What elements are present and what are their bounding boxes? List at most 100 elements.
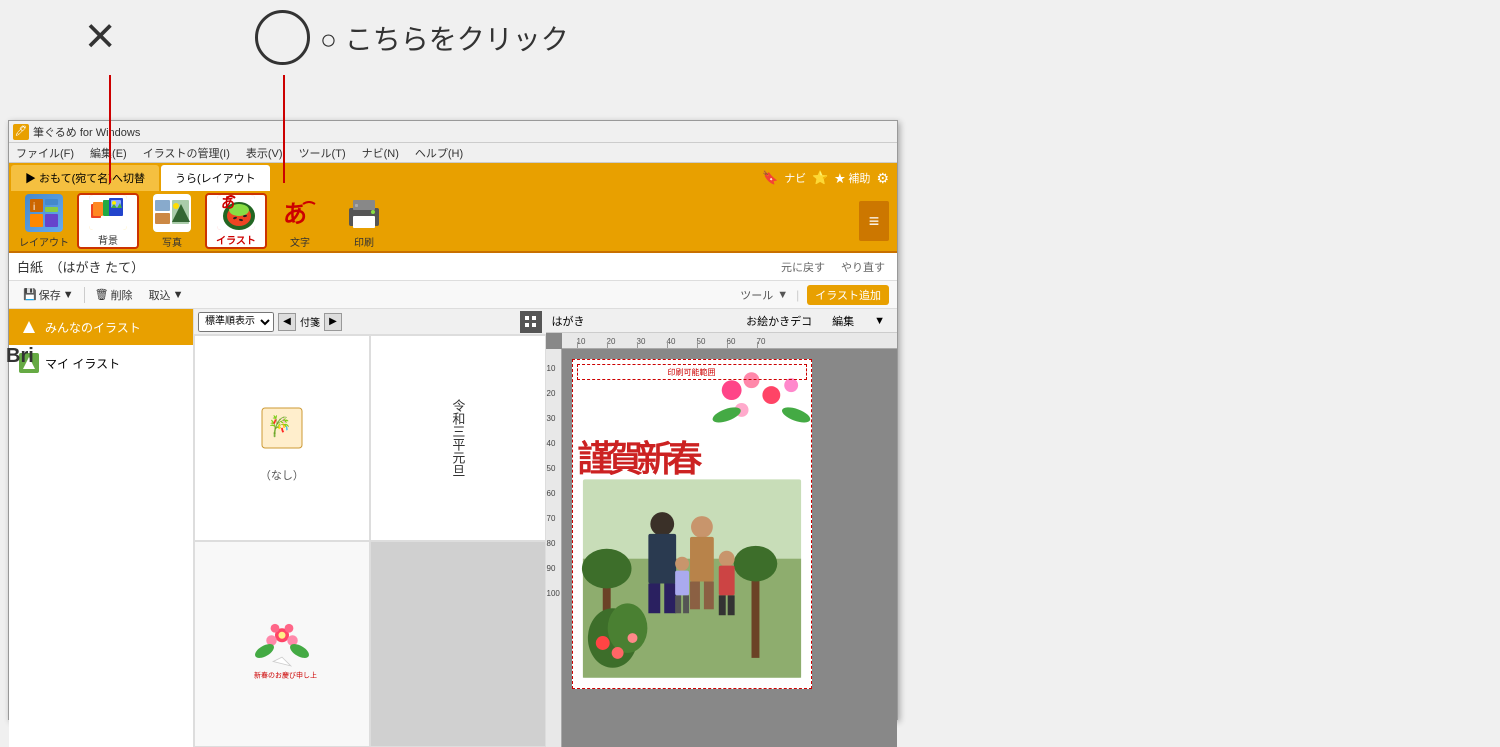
content-title-bar: 白紙 （はがき たて） 元に戻す やり直す — [9, 253, 897, 281]
illust-item-1[interactable]: 🎋 （なし） — [194, 335, 370, 541]
edit-arrow-btn[interactable]: ▼ — [868, 314, 891, 328]
panel-tab-my[interactable]: マイ イラスト — [9, 345, 193, 381]
add-illust-btn[interactable]: イラスト追加 — [807, 285, 889, 305]
ruler-v-60: 60 — [547, 489, 556, 498]
import-btn[interactable]: 取込 ▼ — [143, 285, 190, 305]
prev-btn[interactable]: ◀ — [278, 313, 296, 331]
ruler-v-90: 90 — [547, 564, 556, 573]
svg-text:i: i — [33, 202, 35, 213]
delete-btn[interactable]: 🗑 削除 — [89, 285, 139, 305]
illust-item-4[interactable] — [370, 541, 546, 747]
toolbar: i レイアウト 背景 — [9, 191, 897, 253]
print-boundary: 印刷可能範囲 — [577, 364, 807, 380]
menu-help[interactable]: ヘルプ(H) — [412, 144, 466, 162]
ruler-h-60: 60 — [727, 337, 736, 346]
toolbar-right: ≡ — [397, 201, 893, 241]
illust-label-1: （なし） — [260, 467, 304, 483]
illust-grid: 🎋 （なし） 令和三平元旦 — [194, 335, 546, 747]
tab-bar: ▶ おもて(宛て名)へ切替 うら(レイアウト 🔖 ナビ ⭐ ★ 補助 ⚙ — [9, 163, 897, 191]
circle-mark — [255, 10, 310, 65]
tab-icons: 🔖 ナビ ⭐ ★ 補助 ⚙ — [762, 165, 895, 191]
illust-img-2: 令和三平元旦 — [423, 393, 493, 483]
postcard-inner: 印刷可能範囲 謹 賀 新 春 — [573, 360, 811, 688]
ruler-v-80: 80 — [547, 539, 556, 548]
menu-edit[interactable]: 編集(E) — [87, 144, 130, 162]
toolbar-text-btn[interactable]: あ 文字 — [269, 193, 331, 249]
ruler-h-40: 40 — [667, 337, 676, 346]
photo-icon — [153, 194, 191, 232]
grid-icon — [525, 316, 537, 328]
ruler-v-30: 30 — [547, 414, 556, 423]
save-btn[interactable]: 💾 保存 ▼ — [17, 285, 80, 305]
toolbar-layout-btn[interactable]: i レイアウト — [13, 193, 75, 249]
tool-label: ツール — [740, 287, 773, 303]
ruler-v-50: 50 — [547, 464, 556, 473]
ruler-v-40: 40 — [547, 439, 556, 448]
ruler-h-10: 10 — [577, 337, 586, 346]
tab-back[interactable]: うら(レイアウト — [161, 165, 270, 191]
illust-item-3[interactable]: 新春のお慶び申し上げます — [194, 541, 370, 747]
left-panel: みんなのイラスト マイ イラスト — [9, 309, 194, 747]
background-icon — [89, 195, 127, 230]
settings-icon[interactable]: ⚙ — [876, 170, 889, 187]
ruler-h-30: 30 — [637, 337, 646, 346]
grid-view-btn[interactable] — [520, 311, 542, 333]
toolbar-photo-btn[interactable]: 写真 — [141, 193, 203, 249]
bri-text: Bri — [6, 345, 34, 368]
next-btn[interactable]: ▶ — [324, 313, 342, 331]
ruler-h-50: 50 — [697, 337, 706, 346]
tag-label: 付箋 — [300, 314, 320, 329]
toolbar-illust-btn[interactable]: あ イラスト — [205, 193, 267, 249]
redo-btn[interactable]: やり直す — [837, 258, 889, 276]
svg-text:春: 春 — [662, 440, 702, 476]
text-icon: あ — [281, 194, 319, 232]
content-title: 白紙 （はがき たて） — [17, 257, 144, 276]
svg-text:あ: あ — [283, 202, 307, 228]
svg-text:新春のお慶び申し上げます: 新春のお慶び申し上げます — [254, 670, 317, 679]
toolbar-print-btn[interactable]: 印刷 — [333, 193, 395, 249]
print-icon — [345, 194, 383, 232]
menu-navi[interactable]: ナビ(N) — [359, 144, 402, 162]
canvas-label: はがき — [552, 313, 585, 329]
toolbar-background-btn[interactable]: 背景 — [77, 193, 139, 249]
title-bar: 🖊 筆ぐるめ for Windows — [9, 121, 897, 143]
app-window: 🖊 筆ぐるめ for Windows ファイル(F) 編集(E) イラストの管理… — [8, 120, 898, 720]
horizontal-ruler: 10 20 30 40 50 60 70 — [562, 333, 898, 349]
illust-toolbar: 標準順表示 ◀ 付箋 ▶ — [194, 309, 546, 335]
illust-img-3: 新春のお慶び申し上げます — [247, 609, 317, 679]
postcard-svg: 謹 賀 新 春 — [573, 360, 811, 688]
illust-item-2[interactable]: 令和三平元旦 — [370, 335, 546, 541]
canvas-area: はがき お絵かきデコ 編集 ▼ 10 20 30 40 50 — [546, 309, 898, 747]
x-mark: × — [85, 10, 115, 62]
illust-icon: あ — [217, 195, 255, 230]
menu-illust-mgr[interactable]: イラストの管理(I) — [140, 144, 233, 162]
ruler-v-100: 100 — [547, 589, 560, 598]
tab-front[interactable]: ▶ おもて(宛て名)へ切替 — [11, 165, 159, 191]
app-icon: 🖊 — [13, 124, 29, 140]
ruler-v-10: 10 — [547, 364, 556, 373]
action-bar: 💾 保存 ▼ 🗑 削除 取込 ▼ ツール ▼ | イラスト追加 — [9, 281, 897, 309]
ruler-v-70: 70 — [547, 514, 556, 523]
annotation-text: ○ こちらをクリック — [320, 18, 569, 58]
edit-btn[interactable]: 編集 — [826, 312, 860, 330]
title-bar-text: 筆ぐるめ for Windows — [33, 124, 140, 140]
menu-tools[interactable]: ツール(T) — [296, 144, 349, 162]
vertical-ruler: 10 20 30 40 50 60 70 80 90 100 — [546, 349, 562, 747]
layout-icon: i — [25, 194, 63, 232]
ruler-h-70: 70 — [757, 337, 766, 346]
toolbar-right-icon: ≡ — [859, 201, 889, 241]
canvas-top-bar: はがき お絵かきデコ 編集 ▼ — [546, 309, 898, 333]
menu-bar: ファイル(F) 編集(E) イラストの管理(I) 表示(V) ツール(T) ナビ… — [9, 143, 897, 163]
deco-btn[interactable]: お絵かきデコ — [740, 312, 818, 330]
svg-text:🎋: 🎋 — [267, 414, 292, 438]
menu-view[interactable]: 表示(V) — [243, 144, 286, 162]
menu-file[interactable]: ファイル(F) — [13, 144, 77, 162]
main-content: みんなのイラスト マイ イラスト 標準順表示 ◀ 付箋 — [9, 309, 897, 747]
undo-btn[interactable]: 元に戻す — [777, 258, 829, 276]
illust-area: 標準順表示 ◀ 付箋 ▶ — [194, 309, 546, 747]
canvas-inner: 印刷可能範囲 謹 賀 新 春 — [562, 349, 898, 747]
all-illust-icon — [19, 317, 39, 337]
postcard[interactable]: 印刷可能範囲 謹 賀 新 春 — [572, 359, 812, 689]
sort-select[interactable]: 標準順表示 — [198, 312, 274, 332]
panel-tab-all[interactable]: みんなのイラスト — [9, 309, 193, 345]
